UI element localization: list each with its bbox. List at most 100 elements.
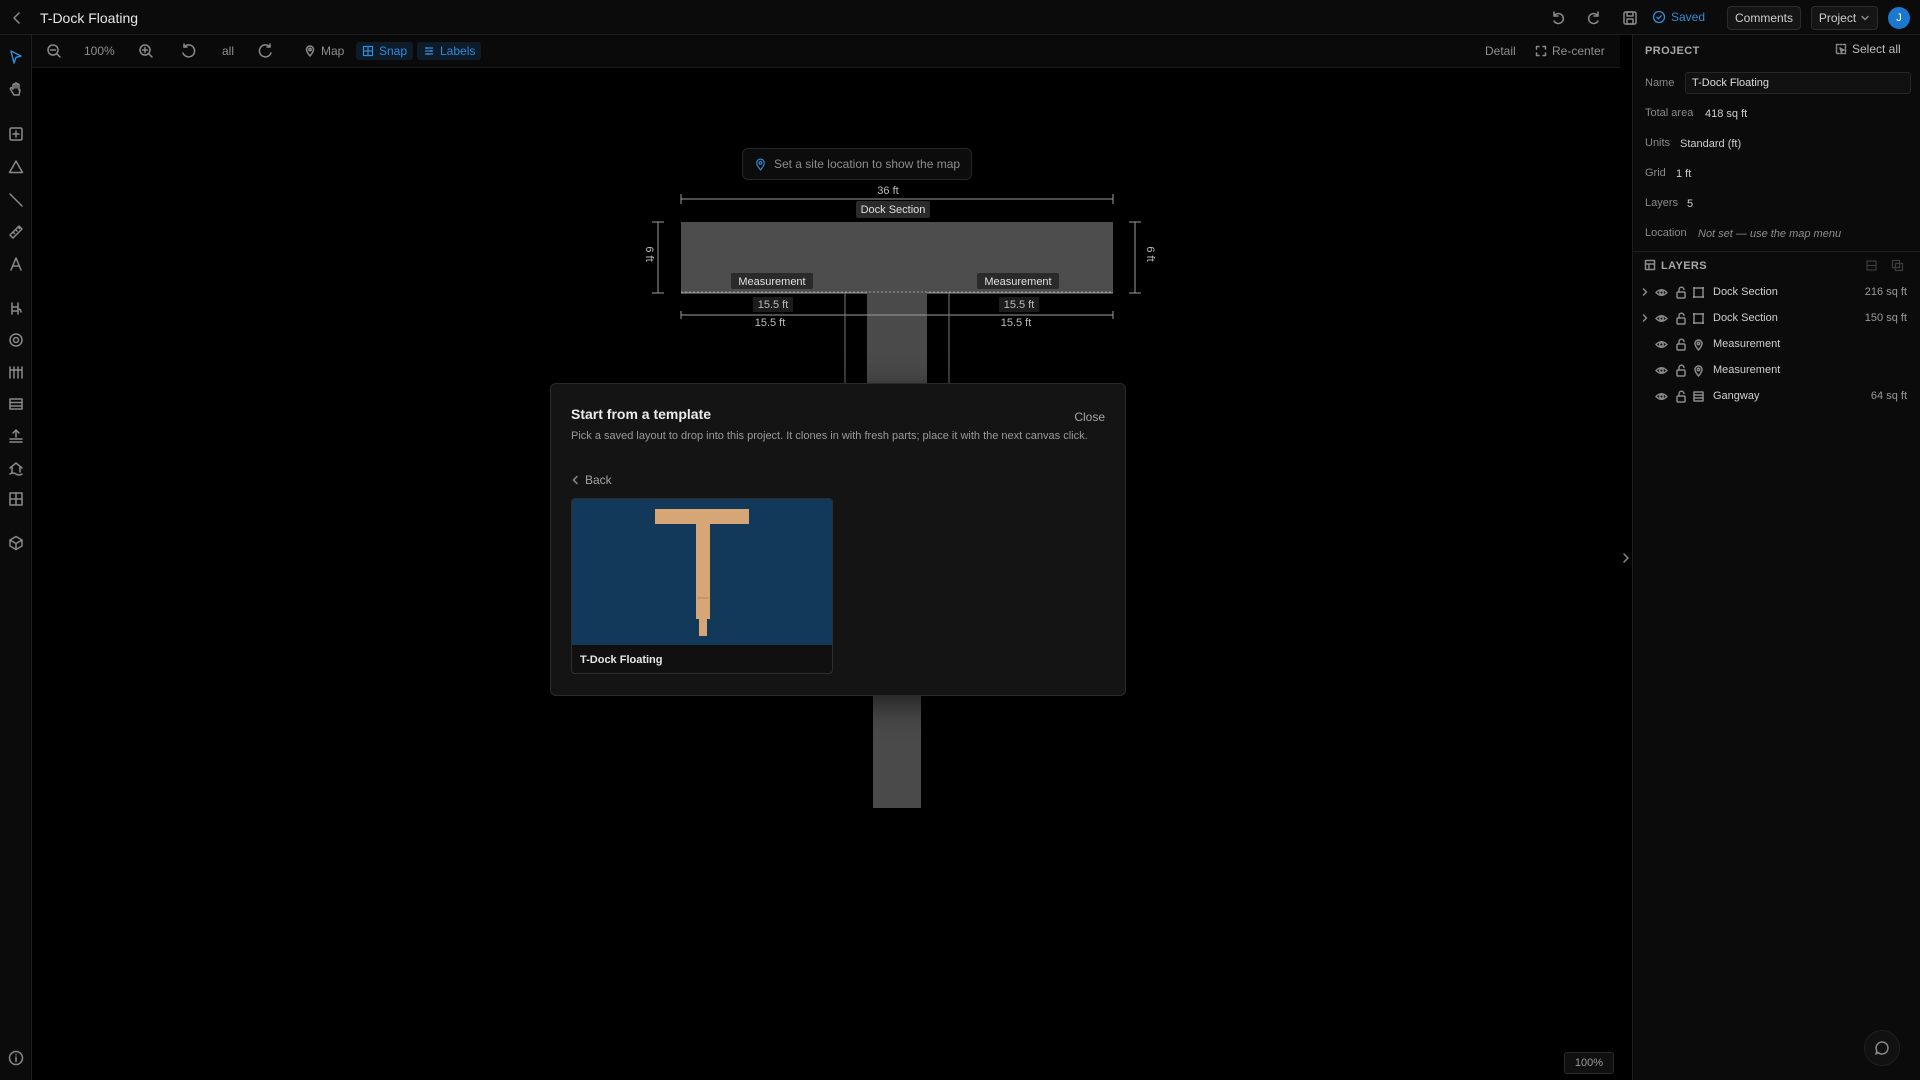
layer-row[interactable]: Measurement	[1633, 333, 1920, 355]
measurement-pin-icon	[1694, 365, 1703, 377]
undo-icon[interactable]	[1549, 9, 1567, 27]
expand-chevron-icon[interactable]	[1640, 286, 1650, 298]
eye-visibility-icon[interactable]	[1655, 286, 1668, 299]
cube-3d-icon[interactable]	[7, 534, 25, 552]
ruler-icon[interactable]	[7, 223, 25, 241]
detail-button[interactable]: Detail	[1485, 42, 1516, 60]
recenter-label: Re-center	[1552, 44, 1605, 58]
snap-toggle[interactable]: Snap	[356, 42, 414, 60]
zoom-out-icon[interactable]	[45, 42, 63, 60]
text-tool-icon[interactable]	[7, 255, 25, 273]
total-area-label: Total area	[1645, 107, 1694, 119]
canvas-zoom-indicator: 100%	[1564, 1052, 1614, 1074]
gangway-shape-lower[interactable]	[873, 696, 921, 808]
project-menu-label: Project	[1818, 11, 1857, 25]
modal-description: Pick a saved layout to drop into this pr…	[571, 430, 1088, 442]
template-thumbnail	[572, 499, 832, 645]
layer-name: Dock Section	[1713, 286, 1778, 298]
boat-lift-icon[interactable]	[7, 427, 25, 445]
chat-bubble-icon	[1875, 1041, 1889, 1055]
layer-row[interactable]: Gangway 64 sq ft	[1633, 385, 1920, 407]
recenter-frame-icon	[1535, 45, 1547, 57]
layer-area: 150 sq ft	[1864, 312, 1907, 324]
left-depth-text: 6 ft	[643, 246, 655, 261]
target-cleat-icon[interactable]	[7, 331, 25, 349]
add-section-icon[interactable]	[7, 125, 25, 143]
right-depth-text: 6 ft	[1144, 246, 1156, 261]
expand-chevron-icon[interactable]	[1640, 312, 1650, 324]
select-all-button[interactable]: Select all	[1835, 42, 1901, 56]
unlock-icon[interactable]	[1675, 312, 1687, 325]
modal-close-button[interactable]: Close	[1074, 410, 1105, 424]
piling-icon[interactable]	[7, 363, 25, 381]
saved-status: Saved	[1652, 10, 1705, 24]
zoom-in-icon[interactable]	[137, 42, 155, 60]
redo-icon[interactable]	[1585, 9, 1603, 27]
duplicate-layers-icon[interactable]	[1891, 259, 1904, 272]
layers-stack-icon	[1644, 259, 1656, 271]
ladder-icon[interactable]	[7, 299, 25, 317]
layer-area: 64 sq ft	[1870, 390, 1907, 402]
template-card[interactable]: T-Dock Floating	[571, 498, 833, 674]
comments-button[interactable]: Comments	[1727, 6, 1801, 30]
labels-toggle[interactable]: Labels	[417, 42, 482, 60]
measurement-right-label[interactable]: Measurement	[984, 276, 1051, 288]
right-panel: PROJECT Select all Name Total area 418 s…	[1632, 35, 1920, 1080]
triangle-shape-icon[interactable]	[7, 158, 25, 176]
snap-grid-icon	[362, 45, 374, 57]
panel-collapse-chevron-icon[interactable]	[1619, 549, 1633, 567]
total-area-value: 418 sq ft	[1705, 108, 1748, 120]
units-label: Units	[1645, 137, 1671, 149]
rotate-left-icon[interactable]	[179, 42, 197, 60]
measurement-left-label[interactable]: Measurement	[738, 276, 805, 288]
project-menu-button[interactable]: Project	[1811, 6, 1878, 30]
modal-back-button[interactable]: Back	[571, 473, 612, 487]
hand-pan-icon[interactable]	[7, 80, 25, 98]
unlock-icon[interactable]	[1675, 390, 1687, 403]
back-chevron-icon[interactable]	[8, 9, 26, 27]
layers-count-value: 5	[1687, 198, 1694, 210]
boathouse-icon[interactable]	[7, 459, 25, 477]
user-avatar[interactable]: J	[1888, 7, 1910, 29]
select-arrow-icon[interactable]	[7, 48, 25, 66]
select-all-label: Select all	[1852, 42, 1901, 56]
left-toolbar	[0, 35, 32, 1080]
section-shape-icon	[1693, 287, 1704, 298]
group-layers-icon[interactable]	[1865, 259, 1878, 272]
map-pin-icon	[305, 45, 315, 57]
eye-visibility-icon[interactable]	[1655, 312, 1668, 325]
units-value[interactable]: Standard (ft)	[1680, 138, 1741, 150]
comments-label: Comments	[1734, 11, 1793, 25]
recenter-button[interactable]: Re-center	[1535, 42, 1605, 60]
chat-support-button[interactable]	[1864, 1030, 1900, 1066]
decking-icon[interactable]	[7, 395, 25, 413]
check-circle-icon	[1652, 10, 1666, 24]
layers-count-label: Layers	[1645, 197, 1679, 209]
line-tool-icon[interactable]	[7, 191, 25, 209]
eye-visibility-icon[interactable]	[1655, 390, 1668, 403]
dock-section-label: Dock Section	[861, 204, 926, 216]
rotate-right-icon[interactable]	[257, 42, 275, 60]
eye-visibility-icon[interactable]	[1655, 338, 1668, 351]
t-dock-thumbnail-icon	[655, 509, 749, 636]
unlock-icon[interactable]	[1675, 286, 1687, 299]
layer-name: Gangway	[1713, 390, 1760, 402]
unlock-icon[interactable]	[1675, 338, 1687, 351]
layer-row[interactable]: Dock Section 216 sq ft	[1633, 281, 1920, 303]
width-dimension-text: 36 ft	[877, 185, 898, 197]
grid-value[interactable]: 1 ft	[1676, 168, 1691, 180]
rotate-all-label[interactable]: all	[222, 42, 234, 60]
zoom-level: 100%	[84, 44, 115, 58]
eye-visibility-icon[interactable]	[1655, 364, 1668, 377]
layer-row[interactable]: Dock Section 150 sq ft	[1633, 307, 1920, 329]
project-name-input[interactable]	[1685, 72, 1911, 94]
saved-label: Saved	[1671, 10, 1706, 24]
grid-layout-icon[interactable]	[7, 490, 25, 508]
layer-row[interactable]: Measurement	[1633, 359, 1920, 381]
info-icon[interactable]	[7, 1049, 25, 1067]
unlock-icon[interactable]	[1675, 364, 1687, 377]
map-toggle[interactable]: Map	[304, 42, 344, 60]
modal-title: Start from a template	[571, 406, 712, 422]
top-bar: T-Dock Floating Saved Comments Project J	[0, 0, 1920, 35]
save-icon[interactable]	[1621, 9, 1639, 27]
